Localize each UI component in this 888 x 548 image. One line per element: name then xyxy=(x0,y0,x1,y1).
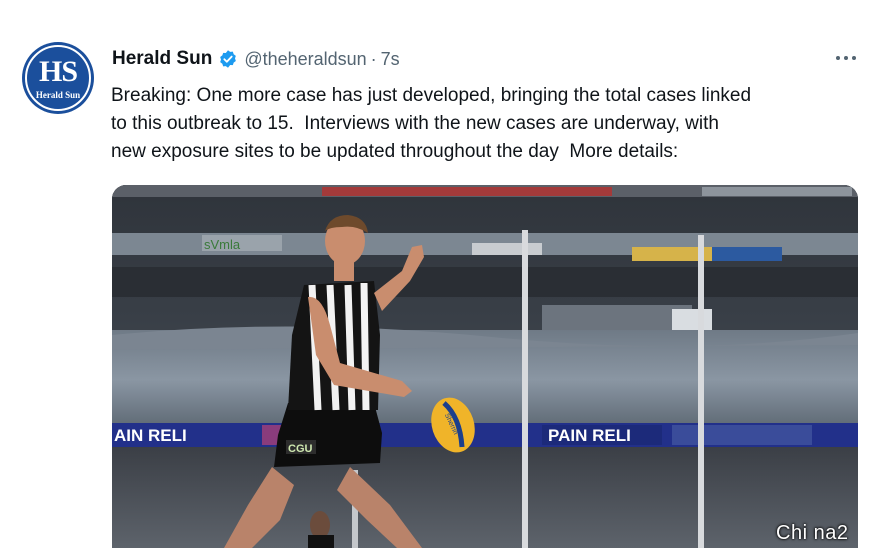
tweet-media-photo[interactable]: AIN RELI PAIN RELI sVmla CGU Sherrin xyxy=(112,185,858,548)
verified-badge-icon xyxy=(218,49,238,69)
watermark-text: Chi na2 xyxy=(776,522,849,544)
banner-text: sVmla xyxy=(204,237,241,252)
stadium-photo: AIN RELI PAIN RELI sVmla CGU Sherrin xyxy=(112,185,858,548)
avatar-subtitle: Herald Sun xyxy=(35,90,81,100)
tweet-timestamp[interactable]: 7s xyxy=(381,49,400,70)
tweet-header: Herald Sun @theheraldsun · 7s xyxy=(112,46,400,72)
tweet-card[interactable]: HS Herald Sun Herald Sun @theheraldsun ·… xyxy=(0,0,888,548)
more-dot xyxy=(836,56,840,60)
more-dot xyxy=(844,56,848,60)
author-name[interactable]: Herald Sun xyxy=(112,48,212,70)
header-separator: · xyxy=(370,48,377,69)
more-dot xyxy=(852,56,856,60)
tweet-text-line: to this outbreak to 15. Interviews with … xyxy=(111,113,719,134)
tweet-text: Breaking: One more case has just develop… xyxy=(111,82,871,166)
avatar-monogram: HS xyxy=(38,55,78,88)
author-handle[interactable]: @theheraldsun xyxy=(244,49,366,70)
tweet-text-line: Breaking: One more case has just develop… xyxy=(111,85,752,106)
banner-text: AIN RELI xyxy=(114,426,187,445)
shorts-logo: CGU xyxy=(288,443,313,455)
tweet-text-line: new exposure sites to be updated through… xyxy=(111,141,679,162)
banner-text: PAIN RELI xyxy=(548,426,631,445)
author-avatar[interactable]: HS Herald Sun xyxy=(22,42,94,114)
more-options-icon[interactable] xyxy=(832,48,860,68)
